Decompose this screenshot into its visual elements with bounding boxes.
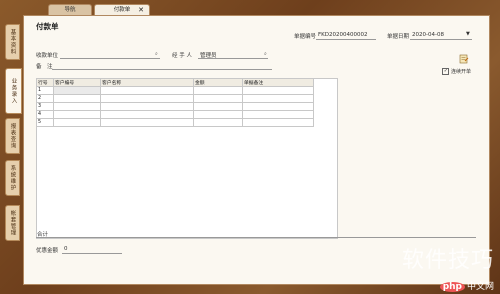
- page-title: 付款单: [36, 22, 59, 31]
- table-cell[interactable]: [242, 102, 314, 111]
- remark-label: 备 注: [36, 64, 53, 70]
- chevron-down-icon[interactable]: ▼: [466, 31, 470, 37]
- table-cell[interactable]: [53, 102, 101, 111]
- discount-label: 优惠金额: [36, 248, 59, 254]
- lookup-icon[interactable]: ⌕: [155, 51, 158, 57]
- table-row[interactable]: 1: [36, 86, 314, 95]
- sidebar-item-label: 基本资料: [9, 29, 16, 55]
- table-row[interactable]: 4: [36, 110, 314, 119]
- row-number: 4: [36, 110, 54, 119]
- detail-grid: 行号 客户编号 客户名称 金额 单据备注 1 2 3 4 5: [36, 78, 314, 127]
- sidebar-item-label: 报表查询: [9, 123, 16, 149]
- col-header[interactable]: 客户编号: [53, 78, 101, 87]
- table-cell[interactable]: [242, 86, 314, 95]
- tab-label: 付款单: [113, 7, 131, 13]
- checkbox-label: 连续开单: [450, 69, 471, 75]
- total-divider: [36, 237, 476, 238]
- table-cell[interactable]: [53, 94, 101, 103]
- col-header[interactable]: 行号: [36, 78, 54, 87]
- logo-text: 中文网: [466, 282, 494, 292]
- table-cell[interactable]: [193, 94, 243, 103]
- row-number: 5: [36, 118, 54, 127]
- col-header[interactable]: 单据备注: [242, 78, 314, 87]
- table-row[interactable]: 2: [36, 94, 314, 103]
- lookup-icon[interactable]: ⌕: [264, 51, 267, 57]
- doc-date-field[interactable]: 2020-04-08: [412, 32, 444, 38]
- table-cell[interactable]: [53, 86, 101, 95]
- table-cell[interactable]: [242, 118, 314, 127]
- table-row[interactable]: 5: [36, 118, 314, 127]
- table-row[interactable]: 3: [36, 102, 314, 111]
- sidebar-item-account[interactable]: 帐套管理: [5, 205, 20, 241]
- payee-input[interactable]: [60, 58, 160, 59]
- handler-underline: [198, 58, 268, 59]
- sidebar-item-basic[interactable]: 基本资料: [5, 24, 20, 60]
- watermark-text: 软件技巧: [401, 248, 494, 273]
- table-cell[interactable]: [100, 110, 194, 119]
- doc-date-label: 单据日期: [387, 34, 410, 40]
- doc-no-underline: [316, 39, 376, 40]
- checkbox-box[interactable]: ✓: [442, 68, 450, 75]
- col-header[interactable]: 金额: [193, 78, 243, 87]
- table-cell[interactable]: [193, 102, 243, 111]
- continuous-checkbox[interactable]: ✓ 连续开单: [442, 68, 471, 75]
- discount-underline: [62, 253, 122, 254]
- table-cell[interactable]: [193, 86, 243, 95]
- sidebar-item-report[interactable]: 报表查询: [5, 118, 20, 154]
- table-cell[interactable]: [100, 118, 194, 127]
- discount-field[interactable]: 0: [64, 246, 68, 252]
- table-cell[interactable]: [193, 110, 243, 119]
- table-cell[interactable]: [53, 110, 101, 119]
- sidebar-item-system[interactable]: 系统维护: [5, 160, 20, 196]
- handler-label: 经 手 人: [172, 53, 192, 59]
- table-cell[interactable]: [242, 94, 314, 103]
- table-cell[interactable]: [100, 86, 194, 95]
- doc-date-underline: [410, 39, 472, 40]
- doc-no-field[interactable]: FKD20200400002: [318, 32, 368, 38]
- table-cell[interactable]: [100, 94, 194, 103]
- doc-no-label: 单据编号: [294, 34, 317, 40]
- sidebar-item-label: 业务录入: [10, 78, 17, 104]
- sidebar-item-entry[interactable]: 业务录入: [5, 68, 22, 114]
- table-cell[interactable]: [100, 102, 194, 111]
- edit-note-icon[interactable]: [459, 54, 469, 64]
- row-number: 3: [36, 102, 54, 111]
- sidebar-item-label: 帐套管理: [9, 210, 16, 236]
- remark-input[interactable]: [52, 69, 272, 70]
- table-cell[interactable]: [53, 118, 101, 127]
- col-header[interactable]: 客户名称: [100, 78, 194, 87]
- logo-mark: php: [439, 282, 465, 292]
- tab-label: 导航: [64, 7, 76, 13]
- table-cell[interactable]: [242, 110, 314, 119]
- sidebar-item-label: 系统维护: [9, 165, 16, 191]
- table-cell[interactable]: [193, 118, 243, 127]
- row-number: 2: [36, 94, 54, 103]
- row-number: 1: [36, 86, 54, 95]
- payee-label: 收款单位: [36, 53, 59, 59]
- watermark-logo: php 中文网: [439, 279, 494, 292]
